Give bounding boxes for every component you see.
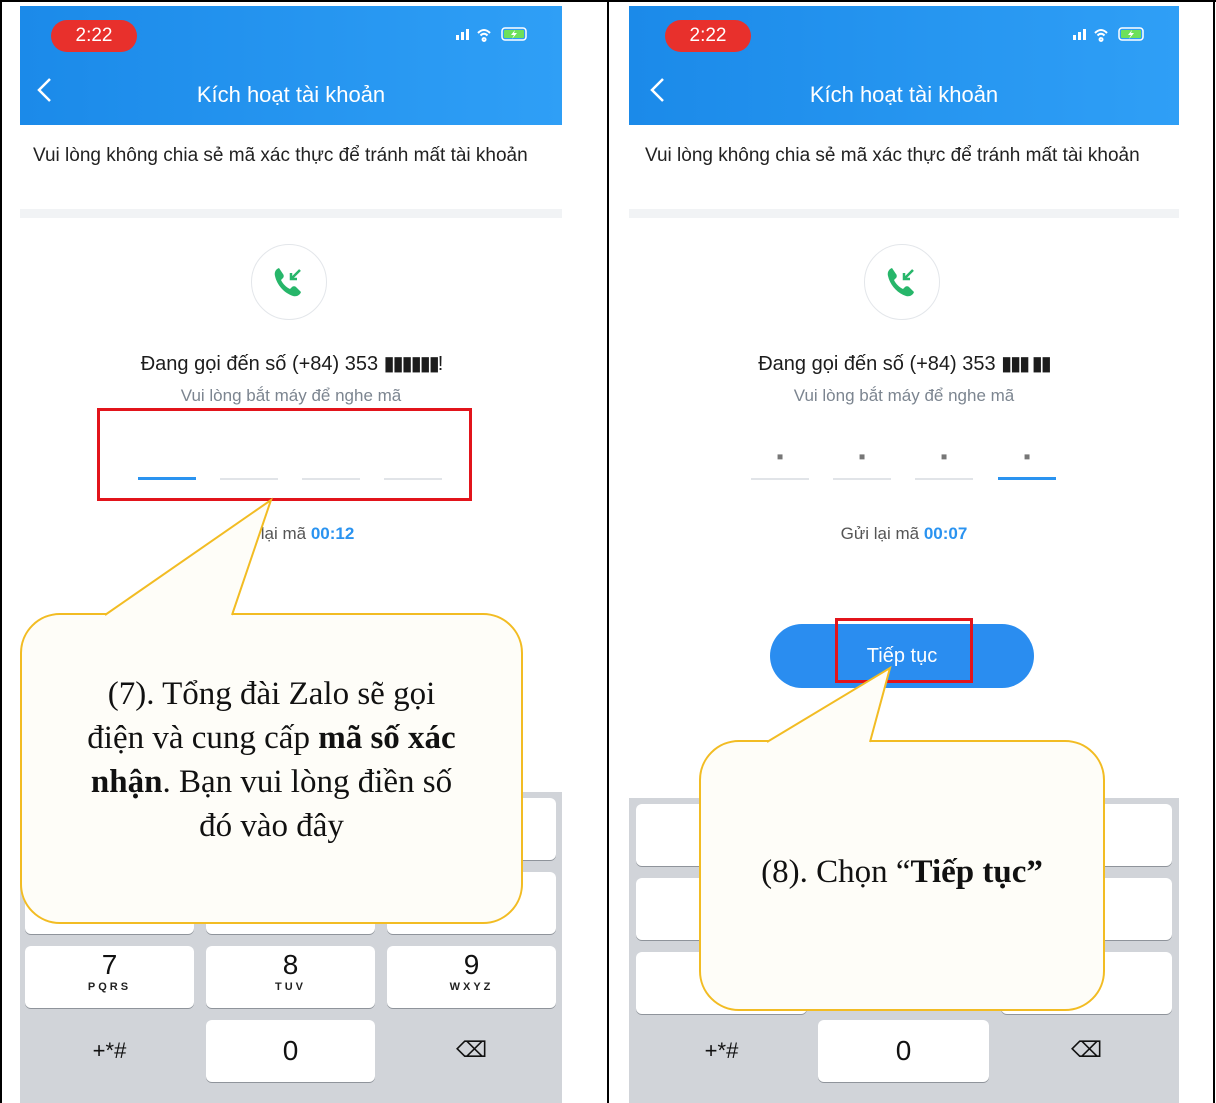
annotation-bold: Tiếp tục” bbox=[910, 854, 1043, 890]
annotation-span: (8). Chọn “ bbox=[761, 854, 911, 890]
annotation-text-8: (8). Chọn “Tiếp tục” bbox=[705, 850, 1099, 894]
callout-pointer-8 bbox=[766, 665, 892, 743]
